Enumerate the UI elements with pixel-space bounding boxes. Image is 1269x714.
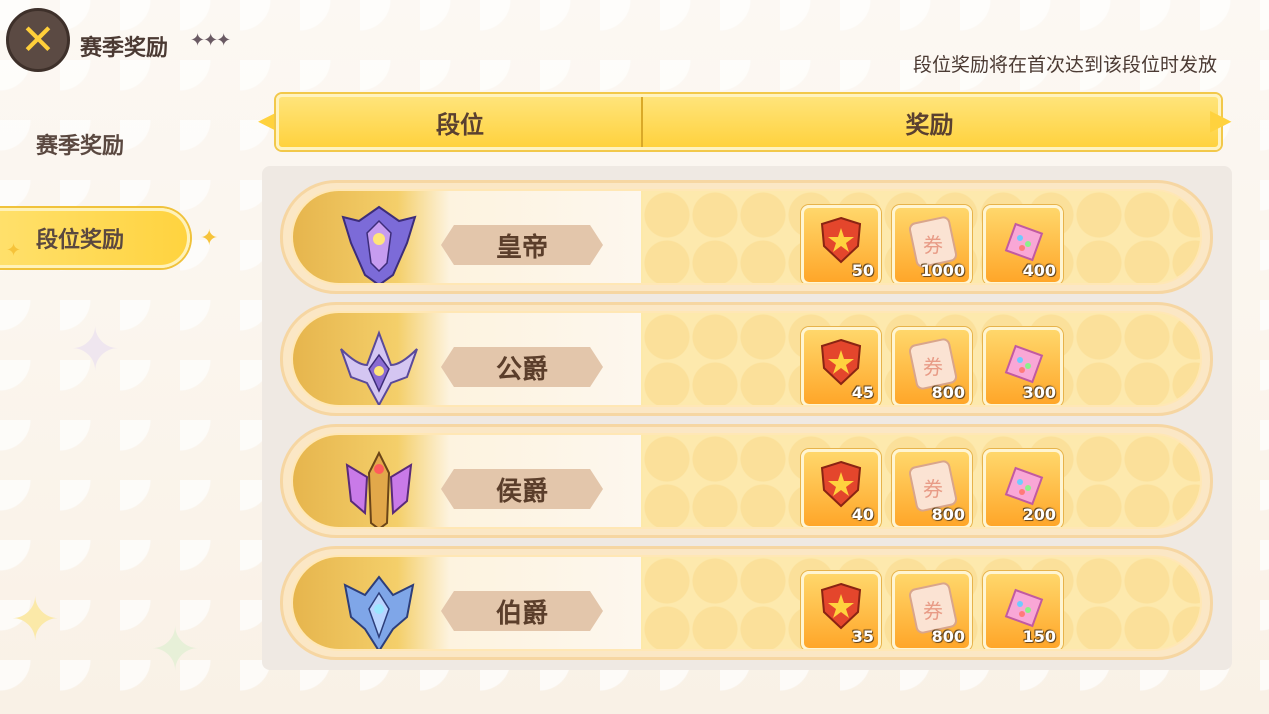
table-row: 侯爵 40 券 800 200 (280, 424, 1213, 538)
reward-item[interactable]: 券 800 (892, 327, 972, 405)
reward-quantity: 300 (1022, 383, 1056, 402)
sidebar-item-label: 段位奖励 (36, 228, 125, 253)
rank-name: 公爵 (441, 347, 603, 387)
rank-name: 伯爵 (441, 591, 603, 631)
svg-text:券: 券 (923, 477, 943, 501)
sparkle-decor: ✦ (10, 585, 61, 655)
reward-item[interactable]: 400 (983, 205, 1063, 283)
header-ornament-right: ▶ (1210, 103, 1232, 136)
column-header-reward: 奖励 (905, 110, 954, 139)
svg-text:券: 券 (923, 233, 943, 257)
table-header: 段位 奖励 (276, 94, 1221, 150)
svg-text:券: 券 (923, 599, 943, 623)
sparkle-icon: ✦ (6, 240, 22, 261)
emperor-rank-badge-icon (341, 205, 417, 283)
reward-item[interactable]: 35 (801, 571, 881, 649)
reward-item[interactable]: 券 1000 (892, 205, 972, 283)
reward-quantity: 45 (851, 383, 874, 402)
reward-quantity: 150 (1022, 627, 1056, 646)
shield-star-icon (820, 216, 862, 264)
reward-item[interactable]: 150 (983, 571, 1063, 649)
shield-star-icon (820, 460, 862, 508)
rank-name: 皇帝 (441, 225, 603, 265)
reward-item[interactable]: 券 800 (892, 449, 972, 527)
reward-item[interactable]: 300 (983, 327, 1063, 405)
rank-name: 侯爵 (441, 469, 603, 509)
shield-star-icon (820, 582, 862, 630)
close-icon: ✕ (20, 15, 56, 64)
reward-notice: 段位奖励将在首次达到该段位时发放 (912, 54, 1217, 76)
sparkle-decor: ✦ (70, 315, 121, 385)
count-rank-badge-icon (343, 575, 415, 649)
reward-quantity: 800 (931, 505, 965, 524)
reward-quantity: 800 (931, 627, 965, 646)
reward-item[interactable]: 50 (801, 205, 881, 283)
reward-item[interactable]: 200 (983, 449, 1063, 527)
reward-item[interactable]: 40 (801, 449, 881, 527)
marquis-rank-badge-icon (345, 450, 413, 527)
reward-item[interactable]: 券 800 (892, 571, 972, 649)
reward-quantity: 40 (851, 505, 874, 524)
reward-quantity: 35 (851, 627, 874, 646)
reward-item[interactable]: 45 (801, 327, 881, 405)
table-row: 皇帝 50 券 1000 400 (280, 180, 1213, 294)
column-header-rank: 段位 (279, 97, 643, 147)
duke-rank-badge-icon (340, 330, 418, 405)
reward-quantity: 1000 (920, 261, 965, 280)
reward-quantity: 800 (931, 383, 965, 402)
sidebar-item-label: 赛季奖励 (36, 134, 125, 159)
sparkle-decor: ✦ (150, 615, 201, 685)
sidebar-item-rank-rewards[interactable]: 段位奖励 (0, 208, 190, 268)
svg-text:券: 券 (923, 355, 943, 379)
sidebar-item-season-rewards[interactable]: 赛季奖励 (0, 114, 190, 174)
reward-quantity: 400 (1022, 261, 1056, 280)
close-button[interactable]: ✕ (6, 8, 70, 72)
page-title: 赛季奖励 (80, 36, 169, 61)
reward-quantity: 200 (1022, 505, 1056, 524)
table-row: 伯爵 35 券 800 150 (280, 546, 1213, 660)
reward-quantity: 50 (851, 261, 874, 280)
title-decoration: ✦✦✦ (190, 30, 231, 51)
sparkle-icon: ✦ (200, 226, 219, 251)
table-row: 公爵 45 券 800 300 (280, 302, 1213, 416)
shield-star-icon (820, 338, 862, 386)
